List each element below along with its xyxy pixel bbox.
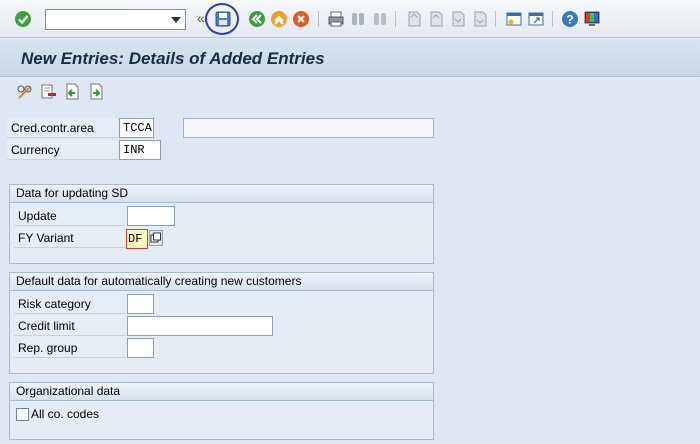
help-icon[interactable]: ? bbox=[561, 10, 579, 28]
print-icon[interactable] bbox=[327, 10, 345, 28]
page-title: New Entries: Details of Added Entries bbox=[21, 49, 325, 68]
all-co-codes-checkbox[interactable] bbox=[16, 408, 29, 421]
value-help-button[interactable] bbox=[149, 230, 163, 246]
system-toolbar: « ? bbox=[0, 0, 700, 38]
credit-limit-label: Credit limit bbox=[14, 316, 125, 336]
rep-group-field[interactable] bbox=[127, 338, 154, 358]
group-title: Organizational data bbox=[10, 383, 433, 401]
back-icon[interactable] bbox=[248, 10, 266, 28]
first-page-icon[interactable] bbox=[405, 10, 423, 28]
application-toolbar bbox=[0, 78, 700, 106]
cancel-icon[interactable] bbox=[292, 10, 310, 28]
group-title: Default data for automatically creating … bbox=[10, 273, 433, 291]
cred-contr-area-label: Cred.contr.area bbox=[7, 118, 118, 138]
find-icon[interactable] bbox=[349, 10, 367, 28]
save-icon[interactable] bbox=[214, 10, 232, 28]
update-field[interactable] bbox=[127, 206, 175, 226]
next-entry-icon[interactable] bbox=[88, 83, 105, 100]
currency-label: Currency bbox=[7, 140, 118, 160]
fy-variant-label: FY Variant bbox=[14, 228, 125, 248]
fy-variant-field[interactable]: DF bbox=[126, 229, 148, 249]
risk-category-field[interactable] bbox=[127, 294, 154, 314]
update-label: Update bbox=[14, 206, 125, 226]
create-session-icon[interactable] bbox=[505, 10, 523, 28]
separator bbox=[495, 11, 496, 27]
last-page-icon[interactable] bbox=[471, 10, 489, 28]
display-change-icon[interactable] bbox=[16, 83, 33, 100]
previous-page-icon[interactable] bbox=[427, 10, 445, 28]
group-title: Data for updating SD bbox=[10, 185, 433, 203]
command-input[interactable] bbox=[46, 10, 168, 29]
title-bar: New Entries: Details of Added Entries bbox=[0, 39, 700, 77]
customize-layout-icon[interactable] bbox=[583, 10, 601, 28]
all-co-codes-label: All co. codes bbox=[31, 407, 100, 421]
find-next-icon[interactable] bbox=[371, 10, 389, 28]
credit-limit-field[interactable] bbox=[127, 316, 273, 336]
risk-category-label: Risk category bbox=[14, 294, 125, 314]
exit-icon[interactable] bbox=[270, 10, 288, 28]
svg-text:?: ? bbox=[566, 13, 573, 27]
value-help-icon bbox=[150, 232, 161, 243]
currency-field[interactable]: INR bbox=[119, 140, 161, 160]
previous-entry-icon[interactable] bbox=[64, 83, 81, 100]
enter-icon[interactable] bbox=[14, 10, 32, 28]
expand-arrows-icon[interactable]: « bbox=[197, 10, 205, 26]
rep-group-label: Rep. group bbox=[14, 338, 125, 358]
cred-contr-area-field[interactable]: TCCA bbox=[119, 118, 154, 138]
delete-icon[interactable] bbox=[40, 83, 57, 100]
separator bbox=[318, 11, 319, 27]
shortcut-icon[interactable] bbox=[527, 10, 545, 28]
separator bbox=[395, 11, 396, 27]
cred-contr-area-description bbox=[183, 118, 434, 138]
command-field[interactable] bbox=[45, 9, 186, 30]
chevron-down-icon[interactable] bbox=[171, 17, 181, 23]
next-page-icon[interactable] bbox=[449, 10, 467, 28]
separator bbox=[552, 11, 553, 27]
